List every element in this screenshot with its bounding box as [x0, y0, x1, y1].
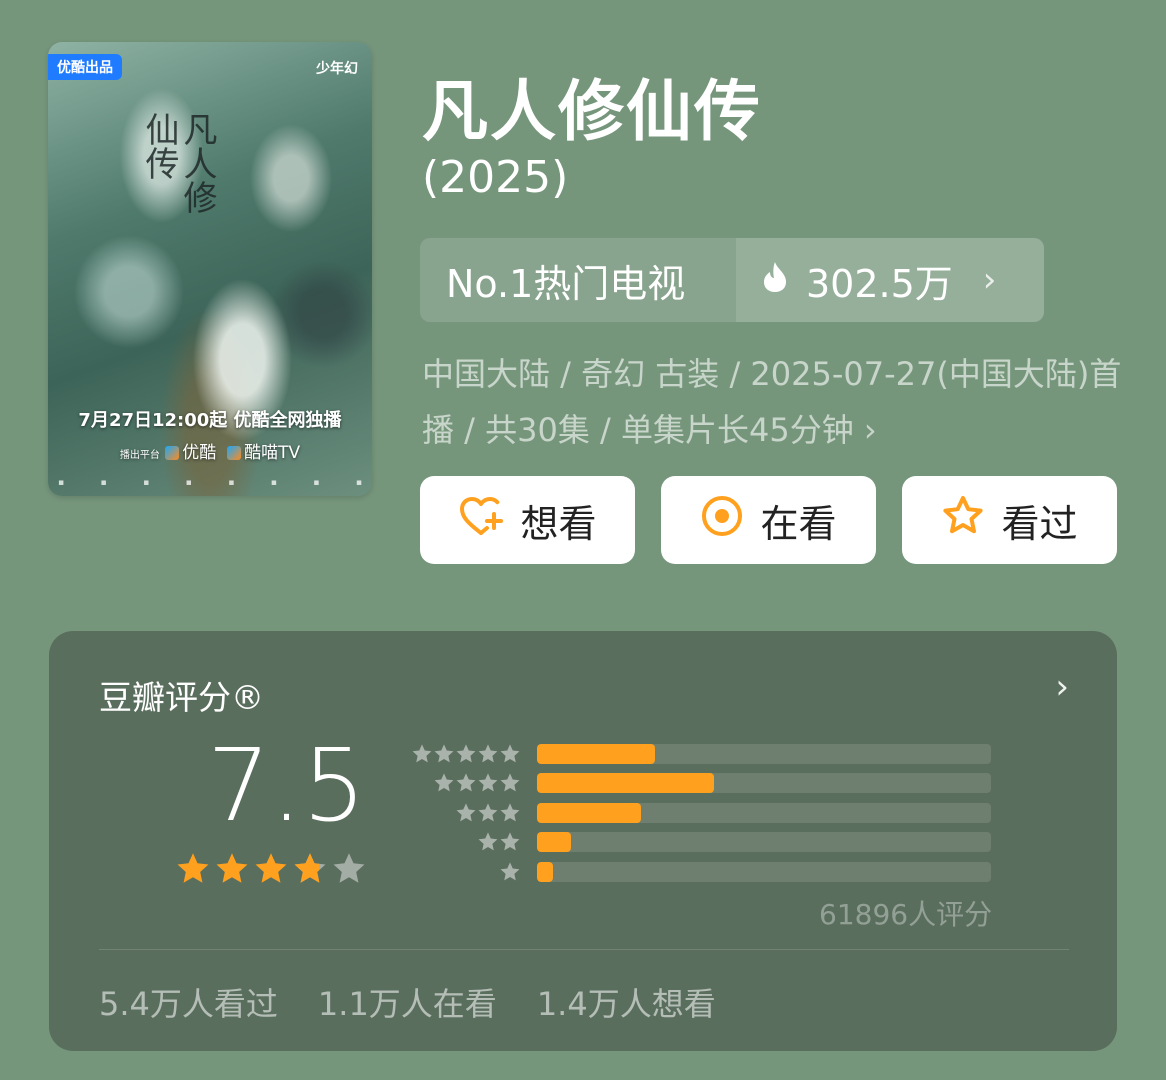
star-small-icon: [478, 773, 498, 792]
star-small-icon: [434, 743, 454, 762]
ranking-banner[interactable]: No.1热门电视 302.5万 ›: [420, 238, 1044, 322]
star-small-icon: [478, 802, 498, 821]
star-small-icon: [412, 743, 432, 762]
distribution-stars: [407, 802, 521, 824]
distribution-row: [407, 798, 991, 827]
star-small-icon: [456, 773, 476, 792]
watching-button[interactable]: 在看: [661, 476, 876, 564]
watched-count: 5.4万人看过: [99, 985, 278, 1023]
youku-logo-icon: [165, 446, 180, 460]
rank-label: No.1热门电视: [420, 238, 736, 322]
star-small-icon: [500, 861, 520, 880]
distribution-bar-fill: [537, 743, 656, 764]
target-icon: [700, 494, 744, 547]
poster-platform-1: 优酷: [182, 443, 217, 463]
watching-label: 在看: [760, 501, 837, 546]
poster-brand: 少年幻: [316, 61, 358, 77]
star-small-icon: [434, 773, 454, 792]
action-buttons: 想看 在看 看过: [420, 476, 1117, 564]
divider: [99, 949, 1069, 950]
distribution-bar-fill: [537, 802, 642, 823]
distribution-bar: [537, 861, 991, 882]
want-to-watch-label: 想看: [520, 501, 597, 546]
rating-stars: [175, 851, 367, 887]
watching-count: 1.1万人在看: [317, 985, 497, 1023]
distribution-row: [407, 857, 991, 886]
distribution-bar-fill: [537, 832, 572, 852]
distribution-bar: [537, 832, 991, 852]
poster-release-text: 7月27日12:00起 优酷全网独播: [78, 410, 342, 431]
distribution-stars: [407, 772, 521, 794]
kumiao-logo-icon: [227, 446, 242, 460]
douban-rating-card[interactable]: 豆瓣评分® › 7.5 61896人评分 5.4万人看过 1.1万人在看 1.4…: [49, 631, 1117, 1051]
distribution-row: [407, 769, 991, 798]
chevron-right-icon[interactable]: ›: [1055, 667, 1069, 707]
distribution-bar: [537, 802, 991, 823]
distribution-bar: [537, 773, 991, 793]
heat-value: 302.5万: [806, 261, 953, 306]
distribution-bar: [537, 743, 991, 764]
star-outline-icon: [941, 494, 985, 547]
meta-info[interactable]: 中国大陆 / 奇幻 古装 / 2025-07-27(中国大陆)首播 / 共30集…: [422, 346, 1122, 458]
star-small-icon: [456, 743, 476, 762]
star-small-icon: [478, 743, 498, 762]
poster-credits: ▪ ▪ ▪ ▪ ▪ ▪ ▪ ▪: [58, 478, 362, 488]
watch-stats: 5.4万人看过 1.1万人在看 1.4万人想看: [99, 979, 716, 1025]
want-to-watch-button[interactable]: 想看: [420, 476, 635, 564]
rating-distribution: [407, 739, 991, 887]
star-small-icon: [500, 832, 520, 851]
poster-platforms: 播出平台 优酷 酷喵TV: [48, 438, 372, 463]
release-year: (2025): [422, 152, 569, 203]
poster-platform-prefix: 播出平台: [119, 450, 160, 461]
distribution-bar-fill: [537, 773, 715, 793]
distribution-stars: [407, 743, 521, 765]
star-small-icon: [456, 802, 476, 821]
star-filled-icon: [255, 853, 287, 883]
poster-title-art: 凡人修仙传: [139, 112, 217, 214]
poster-image[interactable]: 优酷出品 少年幻 凡人修仙传 7月27日12:00起 优酷全网独播 播出平台 优…: [48, 42, 372, 496]
star-small-icon: [478, 832, 498, 851]
star-filled-icon: [177, 853, 209, 883]
want-count: 1.4万人想看: [536, 985, 716, 1023]
distribution-row: [407, 828, 991, 857]
watched-button[interactable]: 看过: [902, 476, 1117, 564]
star-small-icon: [500, 802, 520, 821]
star-small-icon: [500, 773, 520, 792]
star-small-icon: [500, 743, 520, 762]
star-empty-icon: [333, 853, 365, 883]
distribution-stars: [407, 831, 521, 853]
poster-platform-2: 酷喵TV: [244, 443, 301, 463]
heat-counter[interactable]: 302.5万 ›: [736, 238, 1044, 322]
distribution-row: [407, 739, 991, 768]
distribution-stars: [407, 861, 521, 883]
raters-count: 61896人评分: [819, 898, 993, 931]
heart-plus-icon: [458, 495, 504, 546]
watched-label: 看过: [1001, 501, 1078, 546]
chevron-right-icon: ›: [982, 260, 997, 300]
rating-score: 7.5: [207, 727, 367, 844]
poster-badge: 优酷出品: [48, 54, 122, 80]
flame-icon: [762, 258, 788, 302]
distribution-bar-fill: [537, 861, 553, 882]
star-partial-icon: [294, 853, 326, 883]
rating-title: 豆瓣评分®: [99, 678, 264, 717]
star-filled-icon: [216, 853, 248, 883]
page-title: 凡人修仙传: [422, 73, 762, 150]
